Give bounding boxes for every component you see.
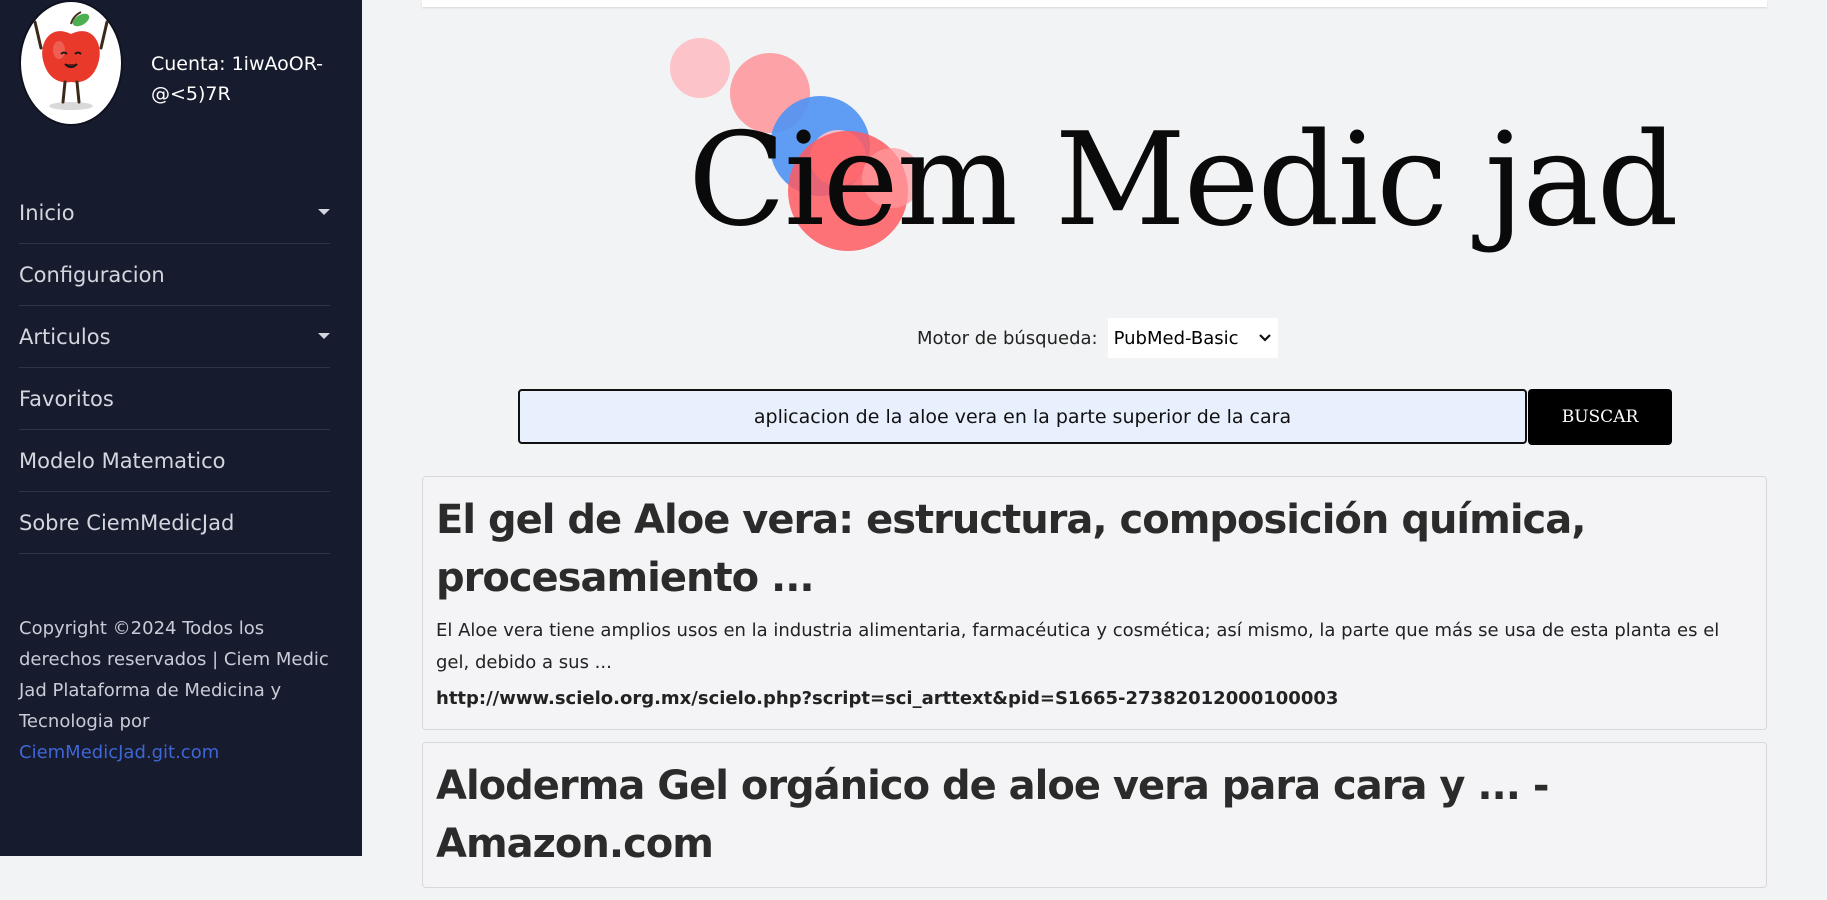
logo-text: Ciem Medic jad	[688, 106, 1679, 255]
result-url[interactable]: http://www.scielo.org.mx/scielo.php?scri…	[436, 683, 1753, 715]
copyright-text: Copyright ©2024 Todos los derechos reser…	[19, 618, 329, 732]
sidebar-item-inicio[interactable]: Inicio	[19, 182, 330, 244]
sidebar-nav: Inicio Configuracion Articulos Favoritos…	[19, 182, 330, 554]
caret-down-icon	[318, 209, 330, 215]
engine-label: Motor de búsqueda:	[917, 327, 1098, 349]
sidebar-item-label: Inicio	[19, 200, 75, 225]
sidebar-item-label: Modelo Matematico	[19, 448, 226, 473]
chevron-down-icon	[1258, 334, 1271, 342]
sidebar-item-modelo-matematico[interactable]: Modelo Matematico	[19, 430, 330, 492]
copyright: Copyright ©2024 Todos los derechos reser…	[19, 613, 329, 768]
result-title[interactable]: El gel de Aloe vera: estructura, composi…	[436, 491, 1753, 607]
search-input[interactable]	[518, 389, 1527, 444]
copyright-link[interactable]: CiemMedicJad.git.com	[19, 742, 219, 763]
sidebar-item-label: Configuracion	[19, 262, 165, 287]
sidebar-item-label: Articulos	[19, 324, 111, 349]
engine-selected-value: PubMed-Basic	[1113, 327, 1239, 349]
results-list: El gel de Aloe vera: estructura, composi…	[422, 476, 1767, 900]
engine-select[interactable]: PubMed-Basic	[1107, 318, 1278, 358]
engine-row: Motor de búsqueda: PubMed-Basic	[917, 317, 1278, 359]
sidebar-item-configuracion[interactable]: Configuracion	[19, 244, 330, 306]
avatar[interactable]	[19, 0, 123, 126]
sidebar: Cuenta: 1iwAoOR-@<5)7R Inicio Configurac…	[0, 0, 362, 856]
result-card: Aloderma Gel orgánico de aloe vera para …	[422, 742, 1767, 888]
search-button[interactable]: BUSCAR	[1528, 389, 1672, 445]
apple-mascot-icon	[33, 11, 109, 110]
sidebar-item-favoritos[interactable]: Favoritos	[19, 368, 330, 430]
sidebar-item-sobre[interactable]: Sobre CiemMedicJad	[19, 492, 330, 554]
logo: Ciem Medic jad	[660, 28, 1679, 255]
top-bar	[422, 0, 1767, 7]
sidebar-item-label: Favoritos	[19, 386, 114, 411]
sidebar-item-label: Sobre CiemMedicJad	[19, 510, 235, 535]
account-label: Cuenta: 1iwAoOR-@<5)7R	[151, 53, 324, 105]
sidebar-item-articulos[interactable]: Articulos	[19, 306, 330, 368]
result-card: El gel de Aloe vera: estructura, composi…	[422, 476, 1767, 730]
result-snippet: El Aloe vera tiene amplios usos en la in…	[436, 620, 1720, 673]
caret-down-icon	[318, 333, 330, 339]
